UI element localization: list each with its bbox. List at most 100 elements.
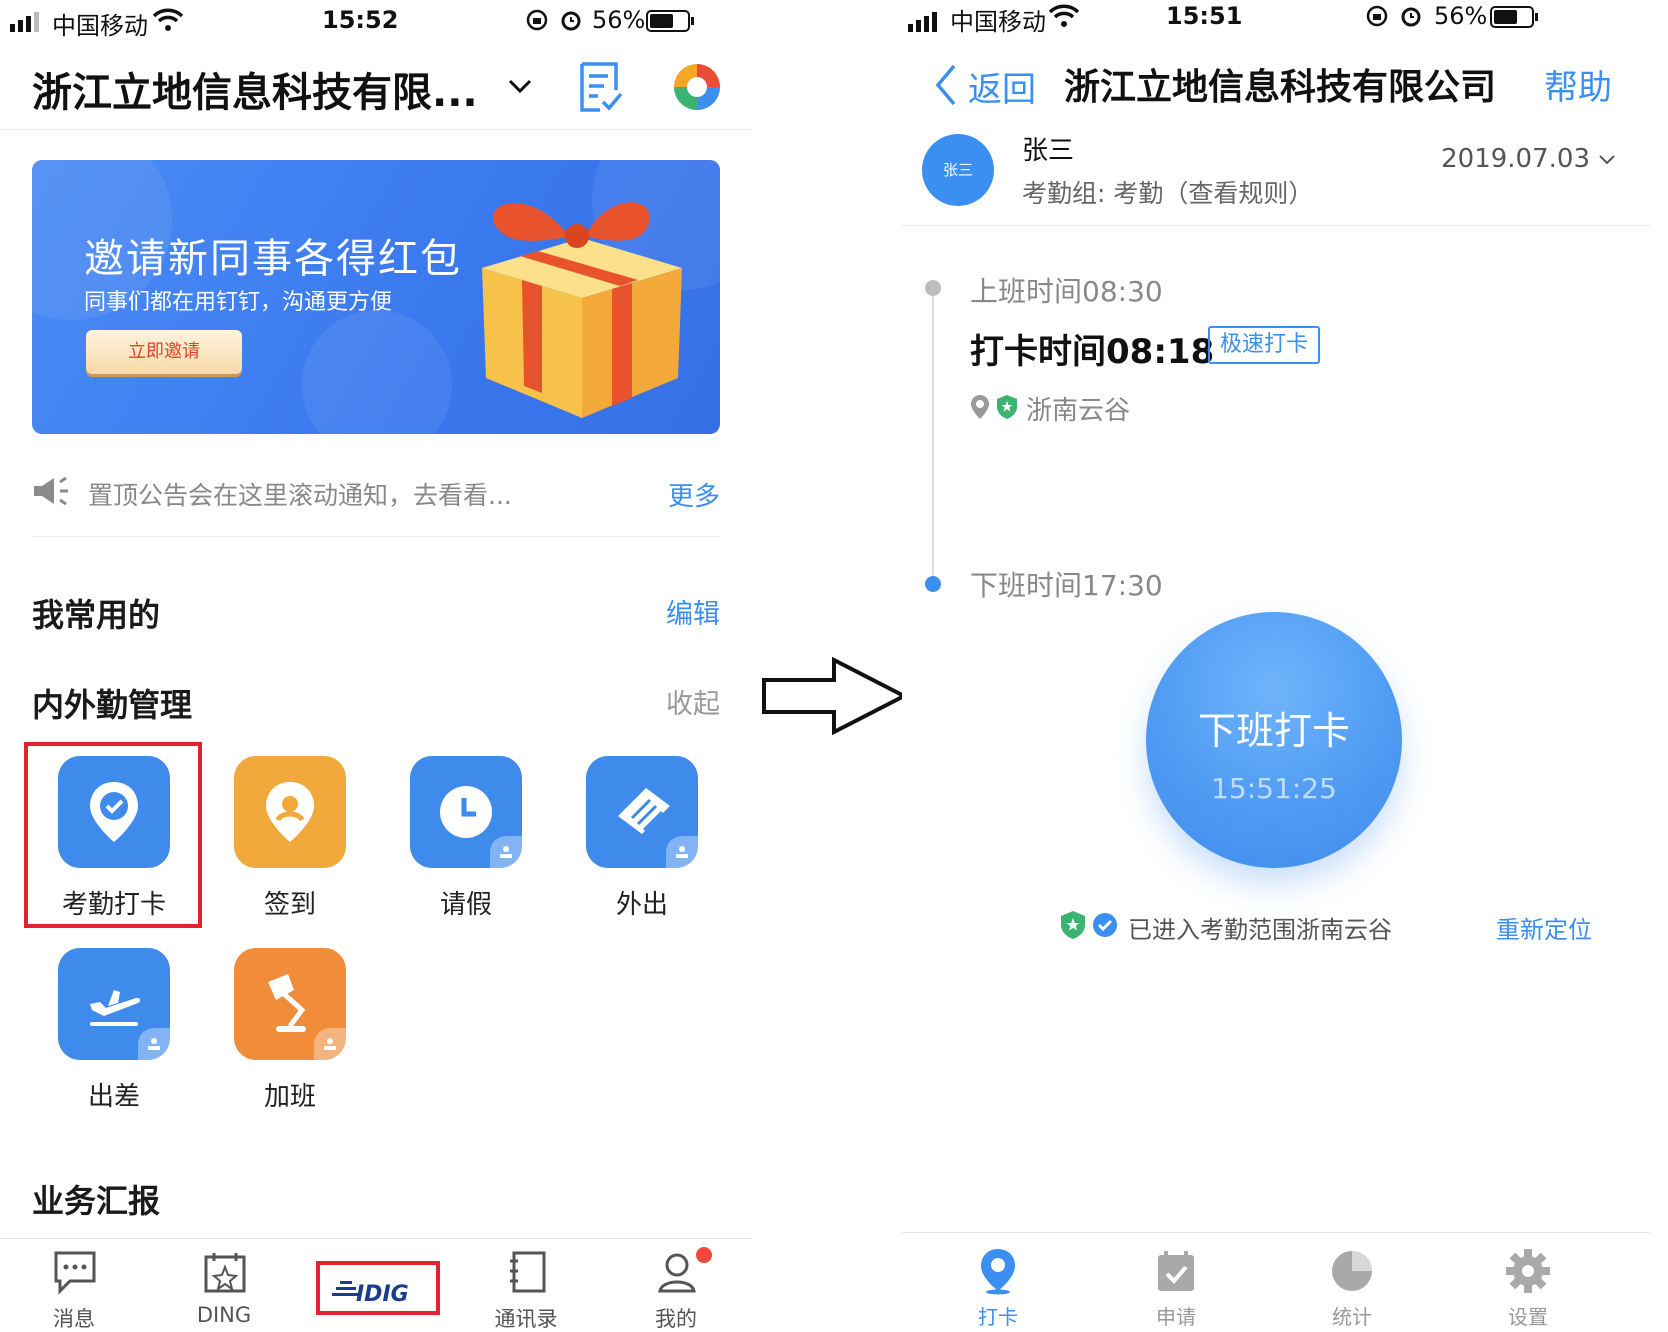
battery-icon bbox=[1490, 6, 1538, 28]
help-button[interactable]: 帮助 bbox=[1544, 60, 1612, 109]
app-leave[interactable]: 请假 bbox=[378, 756, 554, 946]
tab-punch[interactable]: 打卡 bbox=[928, 1233, 1068, 1332]
favorites-heading: 我常用的 bbox=[32, 596, 161, 634]
outing-icon bbox=[618, 788, 670, 834]
attendance-section-heading: 内外勤管理 bbox=[32, 686, 193, 724]
app-label: 签到 bbox=[263, 890, 316, 920]
speed-punch-badge: 极速打卡 bbox=[1208, 326, 1320, 364]
invite-banner[interactable]: 邀请新同事各得红包 同事们都在用钉钉，沟通更方便 立即邀请 bbox=[32, 160, 720, 434]
battery-percent: 56% bbox=[1434, 2, 1488, 30]
work-start-label: 上班时间08:30 bbox=[970, 275, 1163, 308]
back-button[interactable]: 返回 bbox=[968, 62, 1036, 111]
user-name: 张三 bbox=[1022, 136, 1075, 166]
pie-chart-icon bbox=[1332, 1251, 1372, 1291]
app-label: 出差 bbox=[87, 1082, 140, 1112]
calendar-check-icon bbox=[1158, 1251, 1194, 1291]
battery-icon bbox=[646, 10, 694, 32]
signal-icon bbox=[908, 12, 937, 32]
invite-now-button[interactable]: 立即邀请 bbox=[86, 330, 242, 374]
app-checkin[interactable]: 签到 bbox=[202, 756, 378, 946]
tab-label: 我的 bbox=[655, 1307, 697, 1331]
app-tile bbox=[58, 948, 170, 1060]
app-tile bbox=[234, 948, 346, 1060]
carrier-name: 中国移动 bbox=[52, 12, 148, 40]
app-overtime[interactable]: 加班 bbox=[202, 948, 378, 1138]
org-header: 浙江立地信息科技有限... bbox=[0, 50, 752, 130]
notice-bar[interactable]: 置顶公告会在这里滚动通知，去看看... 更多 bbox=[32, 468, 720, 518]
timeline-dot-start bbox=[925, 280, 941, 296]
status-bar: 中国移动 15:52 56% bbox=[0, 0, 752, 44]
org-name[interactable]: 浙江立地信息科技有限... bbox=[32, 60, 478, 118]
left-phone-screen: 中国移动 15:52 56% 浙江立地信息科技有限... 邀请新同事各得红包 同… bbox=[0, 0, 752, 1332]
app-label: 加班 bbox=[263, 1082, 316, 1112]
carrier-name: 中国移动 bbox=[950, 8, 1046, 36]
profile-icon bbox=[658, 1253, 696, 1293]
svg-text:IDIG: IDIG bbox=[356, 1282, 409, 1307]
approval-badge bbox=[490, 836, 522, 868]
app-label: 请假 bbox=[439, 890, 492, 920]
tab-ding[interactable]: DING bbox=[164, 1239, 284, 1332]
check-circle-icon bbox=[1093, 913, 1117, 937]
location-pin-icon bbox=[971, 395, 989, 419]
megaphone-icon bbox=[34, 476, 68, 506]
wifi-icon bbox=[152, 8, 184, 31]
tab-label: DING bbox=[196, 1303, 252, 1327]
app-label: 外出 bbox=[615, 890, 668, 920]
report-section-heading: 业务汇报 bbox=[32, 1182, 161, 1220]
chat-icon bbox=[54, 1251, 96, 1295]
punch-time: 打卡时间08:18 bbox=[970, 332, 1215, 372]
bottom-tab-bar: 消息 DING IDIG 通讯录 我的 bbox=[0, 1238, 752, 1332]
work-end-label: 下班时间17:30 bbox=[970, 569, 1163, 602]
transition-arrow-icon bbox=[762, 656, 909, 736]
lamp-icon bbox=[268, 974, 306, 1032]
battery-percent: 56% bbox=[592, 6, 646, 34]
shield-icon bbox=[1061, 911, 1085, 939]
date-selector[interactable]: 2019.07.03 bbox=[1441, 144, 1616, 174]
approval-badge bbox=[138, 1028, 170, 1060]
timeline-dot-end bbox=[925, 576, 941, 592]
checkin-pin-icon bbox=[266, 782, 314, 842]
attendance-group[interactable]: 考勤组: 考勤（查看规则） bbox=[1022, 174, 1313, 210]
tab-contacts[interactable]: 通讯录 bbox=[466, 1239, 586, 1332]
banner-subtitle: 同事们都在用钉钉，沟通更方便 bbox=[84, 290, 393, 315]
tab-settings[interactable]: 设置 bbox=[1458, 1233, 1598, 1332]
more-link[interactable]: 更多 bbox=[668, 476, 720, 513]
rotation-lock-icon bbox=[526, 9, 548, 31]
date-value: 2019.07.03 bbox=[1441, 144, 1590, 174]
collapse-link[interactable]: 收起 bbox=[666, 682, 720, 721]
current-time: 15:51:25 bbox=[1211, 772, 1337, 805]
tab-stats[interactable]: 统计 bbox=[1282, 1233, 1422, 1332]
status-time: 15:52 bbox=[322, 6, 399, 34]
tab-profile[interactable]: 我的 bbox=[616, 1239, 736, 1332]
stamp-icon bbox=[500, 846, 512, 858]
stamp-icon bbox=[676, 846, 688, 858]
chevron-down-icon[interactable] bbox=[504, 70, 536, 102]
back-chevron-icon[interactable] bbox=[932, 62, 960, 108]
status-bar: 中国移动 15:51 56% bbox=[902, 0, 1650, 44]
edit-link[interactable]: 编辑 bbox=[666, 592, 720, 631]
brand-logo[interactable]: IDIG bbox=[316, 1261, 440, 1315]
tab-label: 打卡 bbox=[978, 1305, 1018, 1329]
divider bbox=[32, 536, 720, 537]
bottom-tab-bar: 打卡 申请 统计 设置 bbox=[902, 1232, 1650, 1332]
notice-text: 置顶公告会在这里滚动通知，去看看... bbox=[88, 481, 512, 510]
location-pin-icon bbox=[981, 1249, 1015, 1295]
org-logo[interactable] bbox=[672, 62, 722, 112]
todo-list-icon[interactable] bbox=[576, 60, 624, 114]
clock-out-label: 下班打卡 bbox=[1197, 709, 1350, 753]
contacts-icon bbox=[510, 1251, 546, 1293]
notification-dot bbox=[696, 1247, 712, 1263]
clock-icon bbox=[440, 786, 492, 838]
app-outing[interactable]: 外出 bbox=[554, 756, 730, 946]
tab-apply[interactable]: 申请 bbox=[1106, 1233, 1246, 1332]
app-business-trip[interactable]: 出差 bbox=[26, 948, 202, 1138]
tab-messages[interactable]: 消息 bbox=[14, 1239, 134, 1332]
clock-out-button[interactable]: 下班打卡 15:51:25 bbox=[1146, 612, 1402, 868]
stamp-icon bbox=[148, 1038, 160, 1050]
avatar[interactable]: 张三 bbox=[922, 134, 994, 206]
relocate-link[interactable]: 重新定位 bbox=[1496, 910, 1592, 945]
stamp-icon bbox=[324, 1038, 336, 1050]
timeline-line bbox=[932, 290, 934, 582]
tab-label: 申请 bbox=[1156, 1305, 1196, 1329]
shield-icon bbox=[997, 395, 1017, 419]
